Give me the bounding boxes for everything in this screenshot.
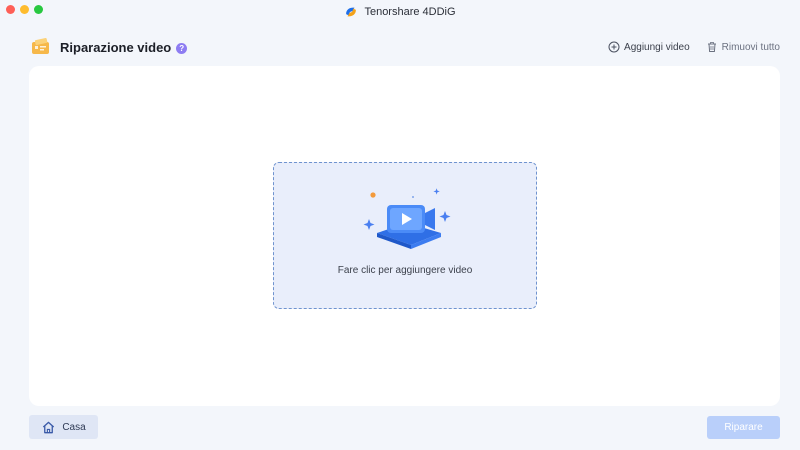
header-actions: Aggiungi video Rimuovi tutto <box>608 41 780 53</box>
plus-circle-icon <box>608 41 620 53</box>
4ddig-logo-icon <box>346 7 357 17</box>
minimize-window-button[interactable] <box>20 5 29 14</box>
video-repair-icon <box>32 37 49 54</box>
zoom-window-button[interactable] <box>34 5 43 14</box>
app-title-text: Tenorshare 4DDiG <box>364 6 456 18</box>
trash-icon <box>707 42 716 52</box>
page-title: Riparazione video <box>60 39 172 55</box>
repair-button[interactable]: Riparare <box>707 416 780 439</box>
home-button[interactable]: Casa <box>29 415 98 439</box>
remove-all-label: Rimuovi tutto <box>721 41 780 53</box>
video-dropzone[interactable]: Fare clic per aggiungere video <box>273 162 537 309</box>
add-video-label: Aggiungi video <box>624 41 690 53</box>
dropzone-label: Fare clic per aggiungere video <box>337 265 473 276</box>
main-panel: Fare clic per aggiungere video <box>29 66 780 406</box>
window-controls <box>6 5 43 14</box>
help-icon[interactable]: ? <box>176 42 188 54</box>
section-header: Riparazione video ? Aggiungi video Rimuo… <box>30 36 780 58</box>
close-window-button[interactable] <box>6 5 15 14</box>
remove-all-button[interactable]: Rimuovi tutto <box>706 41 780 53</box>
home-icon <box>43 421 55 433</box>
home-button-label: Casa <box>62 421 86 433</box>
video-camera-icon <box>363 188 451 249</box>
app-title: Tenorshare 4DDiG <box>344 5 456 19</box>
add-video-button[interactable]: Aggiungi video <box>608 41 690 53</box>
title-bar: Tenorshare 4DDiG <box>0 0 800 24</box>
